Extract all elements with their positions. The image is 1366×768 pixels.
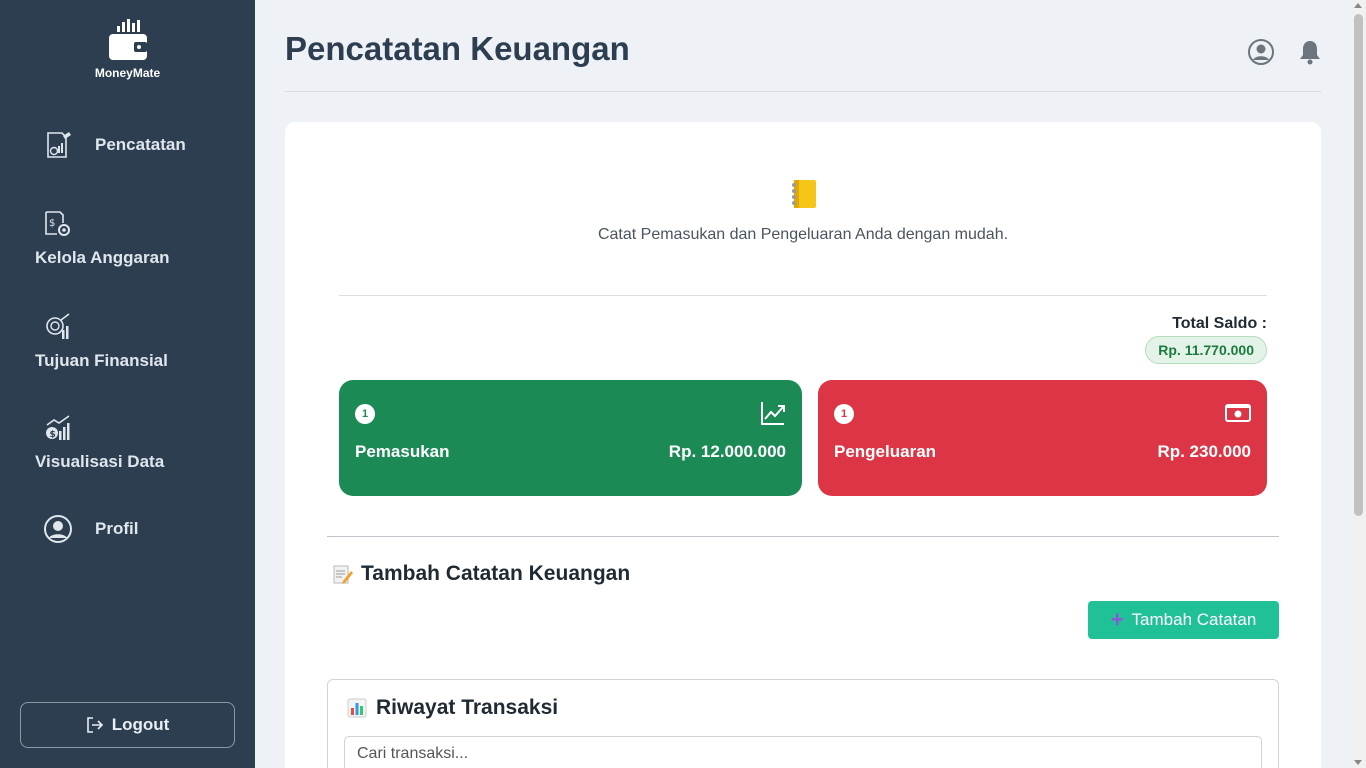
add-section-title: Tambah Catatan Keuangan [331,562,630,586]
expense-label: Pengeluaran [834,442,937,461]
sidebar-item-label: Profil [95,519,139,538]
scroll-up-arrow-icon[interactable] [1354,3,1362,8]
page-scrollbar[interactable] [1351,0,1366,768]
income-value: Rp. 12.000.000 [668,442,786,461]
sidebar-item-label: Pencatatan [95,135,186,154]
main-card: Catat Pemasukan dan Pengeluaran Anda den… [285,122,1321,768]
add-record-label: Tambah Catatan [1131,610,1257,629]
logout-label: Logout [111,715,170,734]
expense-count-badge: 1 [834,404,854,424]
svg-text:$: $ [49,218,55,229]
history-title-text: Riwayat Transaksi [376,696,559,719]
brand[interactable]: MoneyMate [0,18,255,80]
coins-chart-icon: $ [46,415,70,440]
header-divider [285,91,1321,92]
sidebar-item-profil[interactable]: Profil [0,510,255,548]
total-saldo-label: Total Saldo : [1172,315,1267,332]
add-section-title-text: Tambah Catatan Keuangan [361,562,631,585]
logout-icon [86,717,103,733]
total-saldo-badge: Rp. 11.770.000 [1145,336,1267,364]
budget-gear-icon: $ [45,211,70,236]
income-card[interactable]: 1 Pemasukan Rp. 12.000.000 [339,380,802,496]
plus-icon: + [1110,607,1124,632]
sidebar-item-label: Kelola Anggaran [35,248,170,267]
sidebar: MoneyMate Pencatatan $ Kelola Anggaran T… [0,0,255,768]
search-input[interactable] [344,736,1262,768]
intro-text: Catat Pemasukan dan Pengeluaran Anda den… [597,226,1009,243]
divider [327,536,1279,537]
sidebar-item-visualisasi-data[interactable]: $ Visualisasi Data [0,410,255,480]
brand-name: MoneyMate [94,66,161,80]
target-goal-icon [46,313,70,339]
bar-chart-icon [347,698,367,718]
user-circle-icon [44,515,72,543]
bell-icon[interactable] [1296,38,1324,66]
svg-text:$: $ [50,430,56,440]
trend-up-icon [761,402,785,425]
receipt-chart-icon [47,132,71,158]
sidebar-item-kelola-anggaran[interactable]: $ Kelola Anggaran [0,206,255,276]
wallet-icon [108,19,147,60]
income-label: Pemasukan [355,442,450,461]
income-count-badge: 1 [355,404,375,424]
notebook-icon [792,180,816,208]
add-record-button[interactable]: + Tambah Catatan [1088,601,1279,639]
memo-icon [333,565,353,584]
sidebar-item-label: Tujuan Finansial [35,351,168,370]
sidebar-item-tujuan-finansial[interactable]: Tujuan Finansial [0,309,255,379]
sidebar-item-label: Visualisasi Data [35,452,165,471]
scroll-down-arrow-icon[interactable] [1354,760,1362,765]
sidebar-item-pencatatan[interactable]: Pencatatan [0,126,255,166]
logout-button[interactable]: Logout [20,702,235,748]
history-title: Riwayat Transaksi [346,696,558,720]
page-title: Pencatatan Keuangan [285,30,630,67]
expense-card[interactable]: 1 Pengeluaran Rp. 230.000 [818,380,1267,496]
expense-value: Rp. 230.000 [1157,442,1251,461]
user-circle-icon[interactable] [1247,38,1275,66]
divider [339,295,1267,296]
scroll-thumb[interactable] [1354,14,1363,516]
transaction-history: Riwayat Transaksi [327,679,1279,768]
cash-icon [1225,404,1251,422]
